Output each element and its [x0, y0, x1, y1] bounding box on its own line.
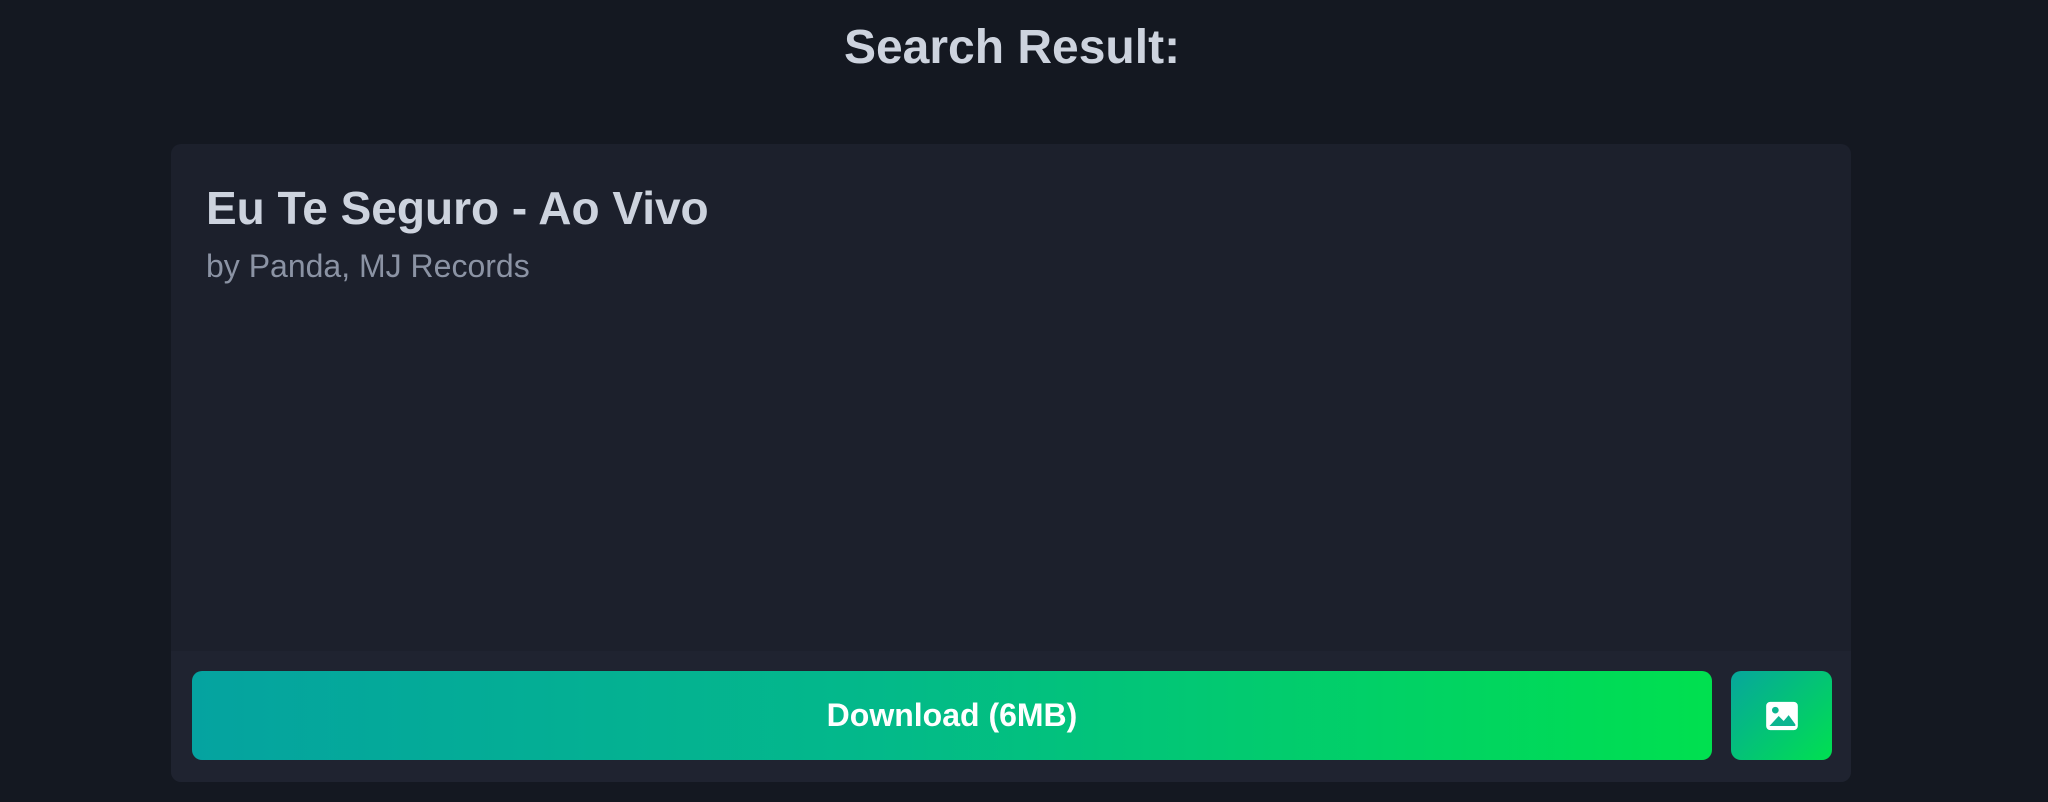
- search-result-page: Search Result: Eu Te Seguro - Ao Vivo by…: [0, 0, 2048, 802]
- download-button[interactable]: Download (6MB): [192, 671, 1712, 760]
- view-image-button[interactable]: [1731, 671, 1832, 760]
- track-artist: by Panda, MJ Records: [206, 248, 530, 284]
- track-title: Eu Te Seguro - Ao Vivo: [206, 182, 709, 234]
- download-button-label: Download (6MB): [826, 697, 1078, 733]
- image-icon: [1765, 701, 1798, 730]
- page-title: Search Result:: [843, 21, 1181, 74]
- result-card: Eu Te Seguro - Ao Vivo by Panda, MJ Reco…: [171, 144, 1851, 782]
